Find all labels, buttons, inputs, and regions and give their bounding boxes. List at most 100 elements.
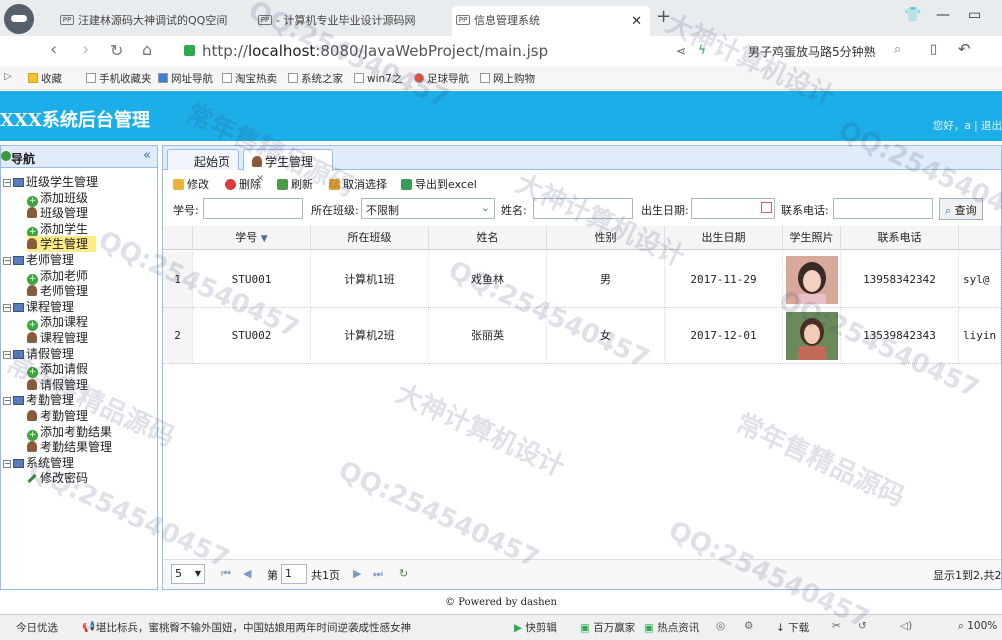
last-page-icon[interactable]: ⏭ [373,567,383,581]
nav-item[interactable]: 修改密码 [27,470,96,486]
phone-icon[interactable]: ▯ [930,42,937,57]
nav-group[interactable]: − 课程管理 [3,299,74,315]
page-number-input[interactable]: 1 [281,564,307,584]
cell-name[interactable]: 戏鱼林 [429,252,547,308]
skin-icon[interactable]: 👕 [904,7,921,23]
calendar-icon[interactable] [761,202,772,213]
nav-item[interactable]: + 添加学生 [27,221,96,238]
search-icon[interactable]: ⌕ [894,42,901,57]
grid-header[interactable]: 联系电话 [841,226,959,250]
cell-gender[interactable]: 女 [547,308,665,364]
name-input[interactable] [533,198,633,219]
maximize-icon[interactable]: ▭ [968,7,981,23]
nav-item[interactable]: + 添加考勤结果 [27,424,120,441]
cell-birth[interactable]: 2017-12-01 [665,308,783,364]
bookmark-item[interactable]: 系统之家 [288,71,343,86]
bookmark-item[interactable]: 手机收藏夹 [86,71,152,86]
grid-header[interactable]: 姓名 [429,226,547,250]
nav-item[interactable]: + 添加课程 [27,314,96,332]
nav-item[interactable]: 请假管理 [27,377,96,393]
browser-tab-3-active[interactable]: PP 信息管理系统 ✕ [452,6,650,36]
minimize-icon[interactable]: — [936,7,950,23]
home-icon[interactable]: ⌂ [142,40,152,59]
nav-item[interactable]: 考勤管理 [27,408,96,424]
nav-item[interactable]: + 添加老师 [27,268,96,285]
bookmark-item[interactable]: 网上购物 [480,71,535,86]
browser-tab-1[interactable]: PP 汪建林源码大神调试的QQ空间 [56,6,236,36]
status-item-download[interactable]: ↓ 下载 [776,620,809,635]
cell-name[interactable]: 张丽英 [429,308,547,364]
back-icon[interactable]: ‹ [50,39,57,60]
grid-header[interactable]: 出生日期 [665,226,783,250]
nav-item[interactable]: 班级管理 [27,205,96,221]
cell-email[interactable]: syl@ [959,252,1001,308]
collapse-tree-icon[interactable]: − [3,350,11,359]
cell-birth[interactable]: 2017-11-29 [665,252,783,308]
nav-item[interactable]: 学生管理 [27,236,97,253]
refresh-button[interactable]: 刷新 [277,176,313,192]
nav-group[interactable]: − 系统管理 [3,455,74,471]
bookmark-item[interactable]: 足球导航 [414,71,469,86]
prev-page-icon[interactable]: ◀ [243,567,251,580]
browser-tab-2[interactable]: PP - 计算机专业毕业设计源码网 [254,6,444,36]
share-icon[interactable]: ⋖ [676,44,686,58]
nav-item[interactable]: 考勤结果管理 [27,439,120,455]
close-tab-icon[interactable]: ✕ [631,14,642,29]
volume-icon[interactable]: ◁) [900,620,912,632]
collapse-tree-icon[interactable]: − [3,397,11,406]
bookmark-item[interactable]: win7之 [354,71,402,86]
birth-date-input[interactable] [691,198,775,219]
sidebar-toggle-icon[interactable]: ▷ [4,71,12,82]
reload-icon[interactable]: ↻ [399,567,408,580]
gear-icon[interactable]: ⚙ [744,620,753,632]
nav-item[interactable]: + 添加请假 [27,361,96,379]
grid-header[interactable]: 性别 [547,226,665,250]
cell-class[interactable]: 计算机2班 [311,308,429,364]
cell-student-no[interactable]: STU001 [193,252,311,308]
collapse-tree-icon[interactable]: − [3,303,11,312]
url-field[interactable]: http://localhost:8080/JavaWebProject/mai… [202,42,548,60]
welcome-logout[interactable]: 您好，a | 退出 [933,118,1002,133]
nav-item[interactable]: 老师管理 [27,283,96,299]
cell-phone[interactable]: 13958342342 [841,252,959,308]
first-page-icon[interactable]: ⏮ [221,567,231,581]
lightning-icon[interactable]: ϟ [698,43,706,57]
forward-icon[interactable]: › [82,39,89,60]
tab-student-management[interactable]: 学生管理× [243,149,333,184]
edit-button[interactable]: 修改 [173,176,209,192]
export-excel-button[interactable]: 导出到excel [401,176,477,192]
deselect-button[interactable]: 取消选择 [329,176,387,192]
cell-student-no[interactable]: STU002 [193,308,311,364]
bookmark-item[interactable]: 网址导航 [158,71,213,86]
cell-gender[interactable]: 男 [547,252,665,308]
grid-header[interactable]: 所在班级 [311,226,429,250]
cell-class[interactable]: 计算机1班 [311,252,429,308]
delete-button[interactable]: 删除 [225,176,261,192]
nav-group[interactable]: − 班级学生管理 [3,174,98,190]
tab-home[interactable]: 起始页 [167,149,239,170]
new-tab-icon[interactable]: + [656,6,671,27]
grid-header[interactable]: 学号 ▼ [193,226,311,250]
student-no-input[interactable] [203,198,303,219]
grid-header[interactable]: 学生照片 [783,226,841,250]
news-suggestion[interactable]: 男子鸡蛋放马路5分钟熟 [748,43,876,60]
collapse-tree-icon[interactable]: − [3,179,11,187]
grid-header-email[interactable] [959,226,1001,250]
browser-icon[interactable]: ◎ [716,620,725,632]
phone-input[interactable] [833,198,933,219]
nav-group[interactable]: − 考勤管理 [3,392,74,408]
query-button[interactable]: ⌕ 查询 [939,198,983,220]
cell-photo[interactable] [783,252,841,308]
cell-photo[interactable] [783,308,841,364]
collapse-icon[interactable]: « [143,148,151,163]
collapse-tree-icon[interactable]: − [3,257,11,265]
cell-email[interactable]: liyin [959,308,1001,364]
undo-icon[interactable]: ↶ [958,40,971,58]
nav-group[interactable]: − 老师管理 [3,252,74,268]
restore-icon[interactable]: ↺ [858,620,867,632]
page-size-select[interactable]: 5 ▼ [171,564,205,584]
news-ticker[interactable]: 堪比标兵，蜜桃臀不输外国妞，中国姑娘用两年时间逆袭成性感女神 [96,620,496,635]
today-picks[interactable]: 今日优选 [16,620,58,635]
class-select[interactable]: 不限制 ⌄ [361,198,495,219]
nav-item[interactable]: + 添加班级 [27,190,96,207]
